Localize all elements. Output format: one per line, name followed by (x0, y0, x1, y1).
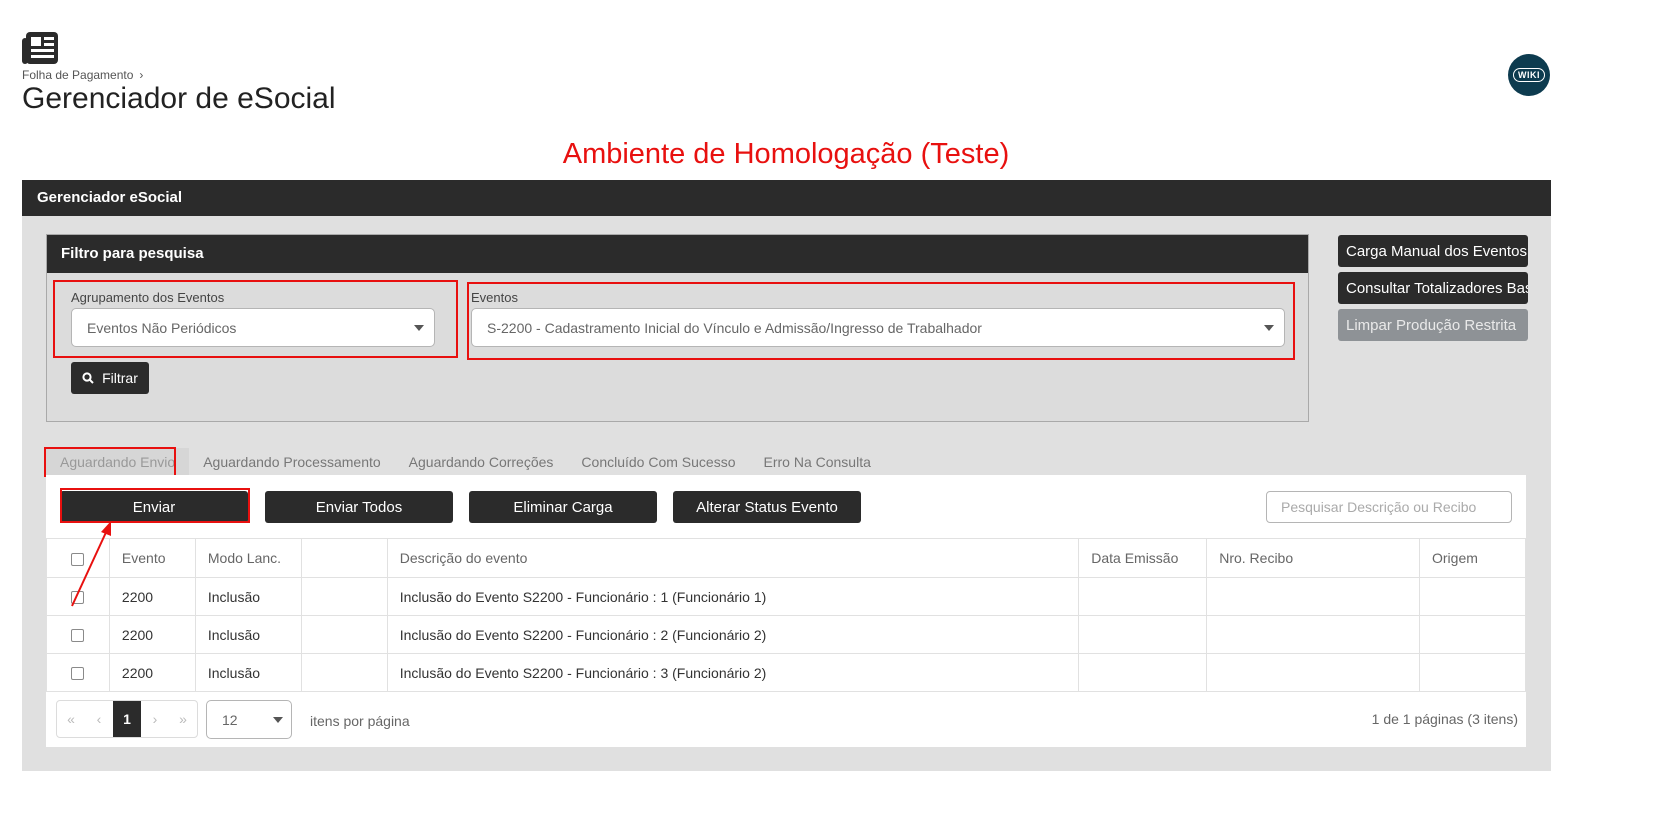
cell-origem (1419, 653, 1526, 692)
events-highlight (467, 282, 1295, 360)
delete-load-button[interactable]: Eliminar Carga (469, 491, 657, 523)
cell-data (1078, 577, 1208, 616)
col-origem[interactable]: Origem (1419, 538, 1526, 578)
totalizers-button[interactable]: Consultar Totalizadores Base (1338, 272, 1528, 304)
manual-load-button[interactable]: Carga Manual dos Eventos (1338, 235, 1528, 267)
col-modo[interactable]: Modo Lanc. (194, 538, 302, 578)
table-row[interactable]: 2200 Inclusão Inclusão do Evento S2200 -… (46, 615, 1526, 654)
row-checkbox[interactable] (71, 667, 85, 681)
table-row[interactable]: 2200 Inclusão Inclusão do Evento S2200 -… (46, 577, 1526, 616)
tab-content: Enviar Enviar Todos Eliminar Carga Alter… (46, 475, 1526, 747)
table-row[interactable]: 2200 Inclusão Inclusão do Evento S2200 -… (46, 653, 1526, 692)
cell-modo: Inclusão (194, 615, 302, 654)
search-icon (82, 372, 94, 384)
row-select-cell (46, 615, 110, 654)
row-select-cell (46, 653, 110, 692)
row-checkbox[interactable] (71, 629, 85, 643)
cell-blank (300, 577, 388, 616)
col-evento[interactable]: Evento (108, 538, 196, 578)
cell-origem (1419, 577, 1526, 616)
search-input[interactable] (1266, 491, 1512, 523)
col-descricao[interactable]: Descrição do evento (386, 538, 1080, 578)
clear-restricted-button[interactable]: Limpar Produção Restrita (1338, 309, 1528, 341)
filter-button-label: Filtrar (102, 370, 138, 386)
select-all-checkbox[interactable] (71, 552, 85, 566)
send-highlight (60, 488, 250, 523)
cell-modo: Inclusão (194, 653, 302, 692)
tab-aguardando-correcoes[interactable]: Aguardando Correções (395, 448, 568, 478)
next-page-button[interactable]: › (141, 701, 169, 737)
newspaper-icon (22, 32, 58, 64)
page-info: 1 de 1 páginas (3 itens) (1371, 711, 1518, 727)
cell-evento: 2200 (108, 653, 196, 692)
breadcrumb: Folha de Pagamento › (22, 68, 143, 82)
prev-page-button[interactable]: ‹ (85, 701, 113, 737)
filter-header: Filtro para pesquisa (47, 235, 1308, 273)
cell-evento: 2200 (108, 577, 196, 616)
pagination: « ‹ 1 › » (56, 700, 198, 738)
cell-recibo (1206, 653, 1420, 692)
col-data-emissao[interactable]: Data Emissão (1078, 538, 1208, 578)
cell-modo: Inclusão (194, 577, 302, 616)
cell-data (1078, 653, 1208, 692)
filter-panel: Filtro para pesquisa Agrupamento dos Eve… (46, 234, 1309, 422)
wiki-label: WIKI (1513, 68, 1545, 82)
filter-button[interactable]: Filtrar (71, 362, 149, 394)
cell-evento: 2200 (108, 615, 196, 654)
cell-data (1078, 615, 1208, 654)
change-status-button[interactable]: Alterar Status Evento (673, 491, 861, 523)
panel-header: Gerenciador eSocial (22, 180, 1551, 216)
page-size-select[interactable]: 12 (206, 700, 292, 739)
cell-blank (300, 653, 388, 692)
panel-body: Filtro para pesquisa Agrupamento dos Eve… (22, 216, 1551, 771)
page-1-button[interactable]: 1 (113, 701, 141, 737)
cell-descricao: Inclusão do Evento S2200 - Funcionário :… (386, 653, 1080, 692)
col-recibo[interactable]: Nro. Recibo (1206, 538, 1420, 578)
breadcrumb-item-folha[interactable]: Folha de Pagamento (22, 68, 133, 82)
col-blank (300, 538, 388, 578)
select-all-cell (46, 538, 110, 578)
cell-origem (1419, 615, 1526, 654)
row-select-cell (46, 577, 110, 616)
cell-descricao: Inclusão do Evento S2200 - Funcionário :… (386, 577, 1080, 616)
tab-highlight (44, 447, 176, 477)
grouping-highlight (53, 280, 458, 358)
cell-descricao: Inclusão do Evento S2200 - Funcionário :… (386, 615, 1080, 654)
row-checkbox[interactable] (71, 591, 85, 605)
tab-concluido-sucesso[interactable]: Concluído Com Sucesso (567, 448, 749, 478)
last-page-button[interactable]: » (169, 701, 197, 737)
events-table: Evento Modo Lanc. Descrição do evento Da… (46, 538, 1526, 692)
chevron-right-icon: › (139, 68, 144, 82)
send-all-button[interactable]: Enviar Todos (265, 491, 453, 523)
page-title: Gerenciador de eSocial (22, 82, 336, 115)
page-size-value: 12 (222, 712, 238, 728)
first-page-button[interactable]: « (57, 701, 85, 737)
wiki-button[interactable]: WIKI (1508, 54, 1550, 96)
cell-recibo (1206, 577, 1420, 616)
table-header-row: Evento Modo Lanc. Descrição do evento Da… (46, 538, 1526, 578)
tab-erro-consulta[interactable]: Erro Na Consulta (750, 448, 885, 478)
cell-blank (300, 615, 388, 654)
caret-down-icon (273, 717, 283, 723)
per-page-label: itens por página (310, 713, 410, 729)
environment-banner: Ambiente de Homologação (Teste) (562, 138, 1010, 170)
cell-recibo (1206, 615, 1420, 654)
tab-aguardando-processamento[interactable]: Aguardando Processamento (189, 448, 394, 478)
